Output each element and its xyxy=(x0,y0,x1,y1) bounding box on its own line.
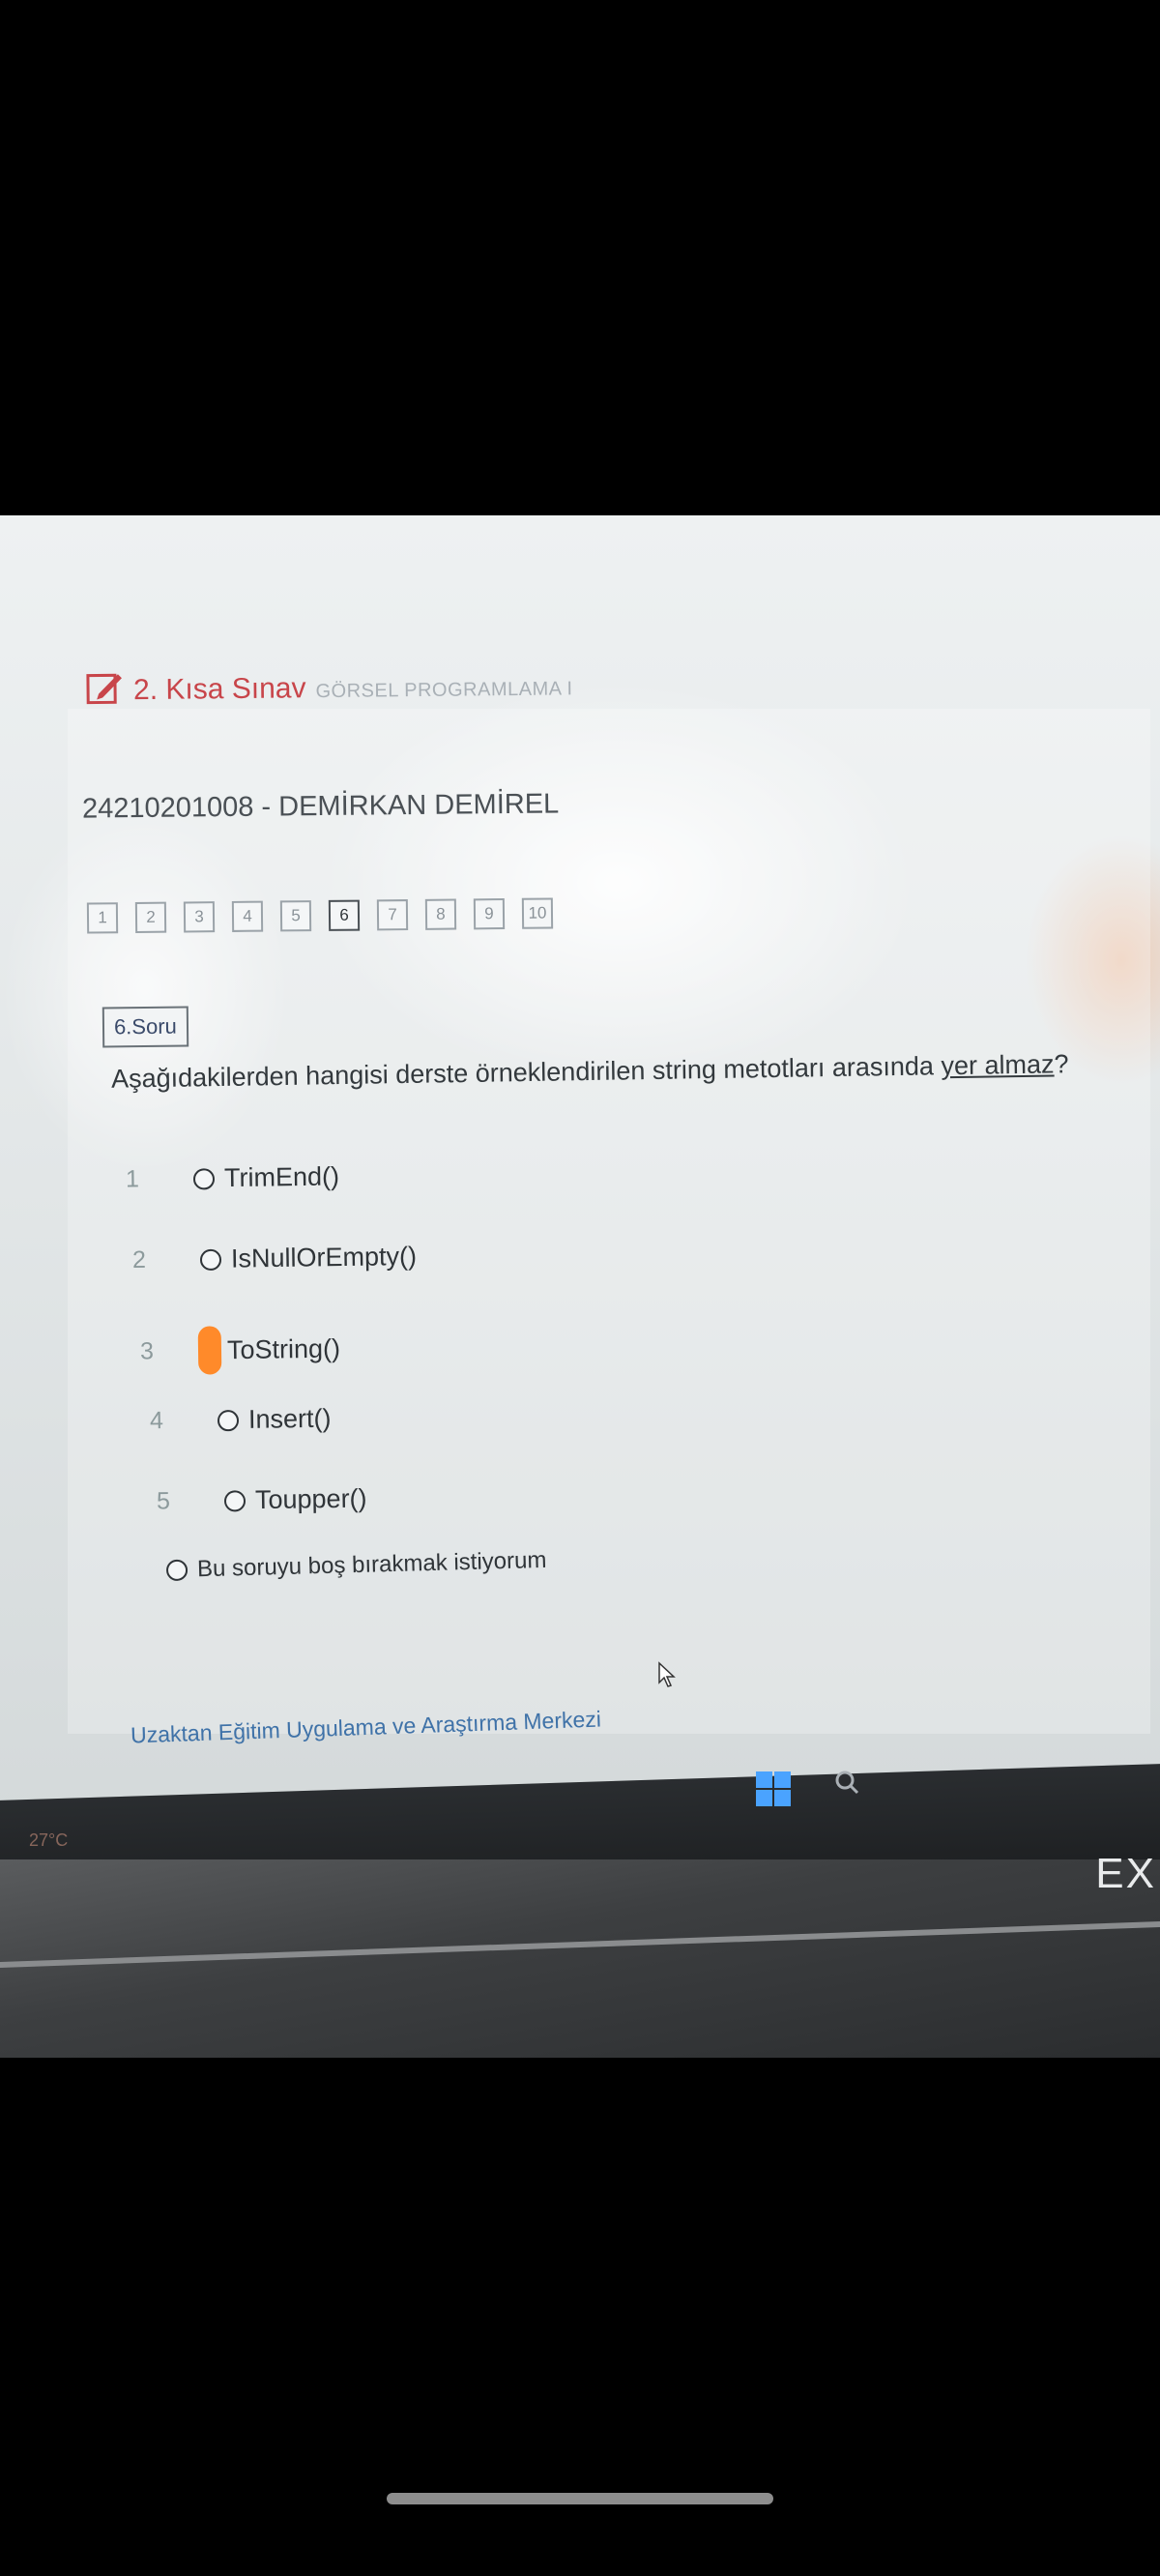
edit-icon xyxy=(86,673,122,705)
option-label: ToString() xyxy=(226,1333,341,1364)
option-label: Insert() xyxy=(247,1403,332,1434)
photographed-screen: 2. Kısa Sınav GÖRSEL PROGRAMLAMA I 24210… xyxy=(0,515,1160,2058)
option-4[interactable]: 4 Insert() xyxy=(150,1404,332,1437)
student-id-name: 24210201008 - DEMİRKAN DEMİREL xyxy=(81,788,560,825)
question-nav-button[interactable]: 6 xyxy=(328,899,361,931)
option-number: 1 xyxy=(125,1165,140,1193)
radio-button[interactable] xyxy=(192,1167,216,1190)
radio-button[interactable] xyxy=(199,1248,222,1271)
mouse-cursor-icon xyxy=(658,1661,676,1687)
laptop-brand-logo: EX xyxy=(1095,1850,1156,1897)
question-nav-button[interactable]: 1 xyxy=(86,902,119,934)
option-5[interactable]: 5 Toupper() xyxy=(157,1483,367,1516)
radio-button[interactable] xyxy=(223,1489,246,1512)
question-nav-button[interactable]: 4 xyxy=(231,900,264,932)
option-2[interactable]: 2 IsNullOrEmpty() xyxy=(132,1242,417,1275)
question-nav-button[interactable]: 10 xyxy=(521,897,554,929)
question-nav-button[interactable]: 3 xyxy=(183,901,216,933)
orange-marker-highlight xyxy=(197,1326,222,1375)
option-label: Toupper() xyxy=(254,1483,367,1515)
option-3[interactable]: 3 ToString() xyxy=(140,1325,341,1376)
search-icon[interactable] xyxy=(833,1769,860,1796)
option-number: 2 xyxy=(131,1245,147,1274)
exam-header: 2. Kısa Sınav GÖRSEL PROGRAMLAMA I xyxy=(85,656,573,707)
radio-button[interactable] xyxy=(165,1559,188,1582)
question-navigation: 1 2 3 4 5 6 7 8 9 10 xyxy=(86,897,554,934)
option-number: 4 xyxy=(149,1407,164,1435)
question-text-emphasis: yer almaz xyxy=(941,1049,1055,1081)
option-label: IsNullOrEmpty() xyxy=(230,1241,418,1273)
question-nav-button[interactable]: 5 xyxy=(279,900,312,932)
question-nav-button[interactable]: 2 xyxy=(134,901,167,933)
option-number: 5 xyxy=(156,1487,171,1515)
phone-home-indicator[interactable] xyxy=(387,2493,773,2504)
option-label: TrimEnd() xyxy=(223,1161,340,1193)
option-1[interactable]: 1 TrimEnd() xyxy=(126,1161,339,1194)
weather-widget[interactable]: 27°C xyxy=(29,1830,68,1851)
question-mark: ? xyxy=(1054,1049,1069,1079)
question-nav-button[interactable]: 8 xyxy=(424,898,457,930)
question-badge: 6.Soru xyxy=(102,1006,189,1048)
question-nav-button[interactable]: 7 xyxy=(376,899,409,931)
windows-start-icon[interactable] xyxy=(754,1770,793,1808)
radio-button[interactable] xyxy=(217,1409,240,1431)
course-name: GÖRSEL PROGRAMLAMA I xyxy=(315,678,573,703)
question-nav-button[interactable]: 9 xyxy=(473,898,506,930)
exam-title: 2. Kısa Sınav xyxy=(132,672,306,707)
